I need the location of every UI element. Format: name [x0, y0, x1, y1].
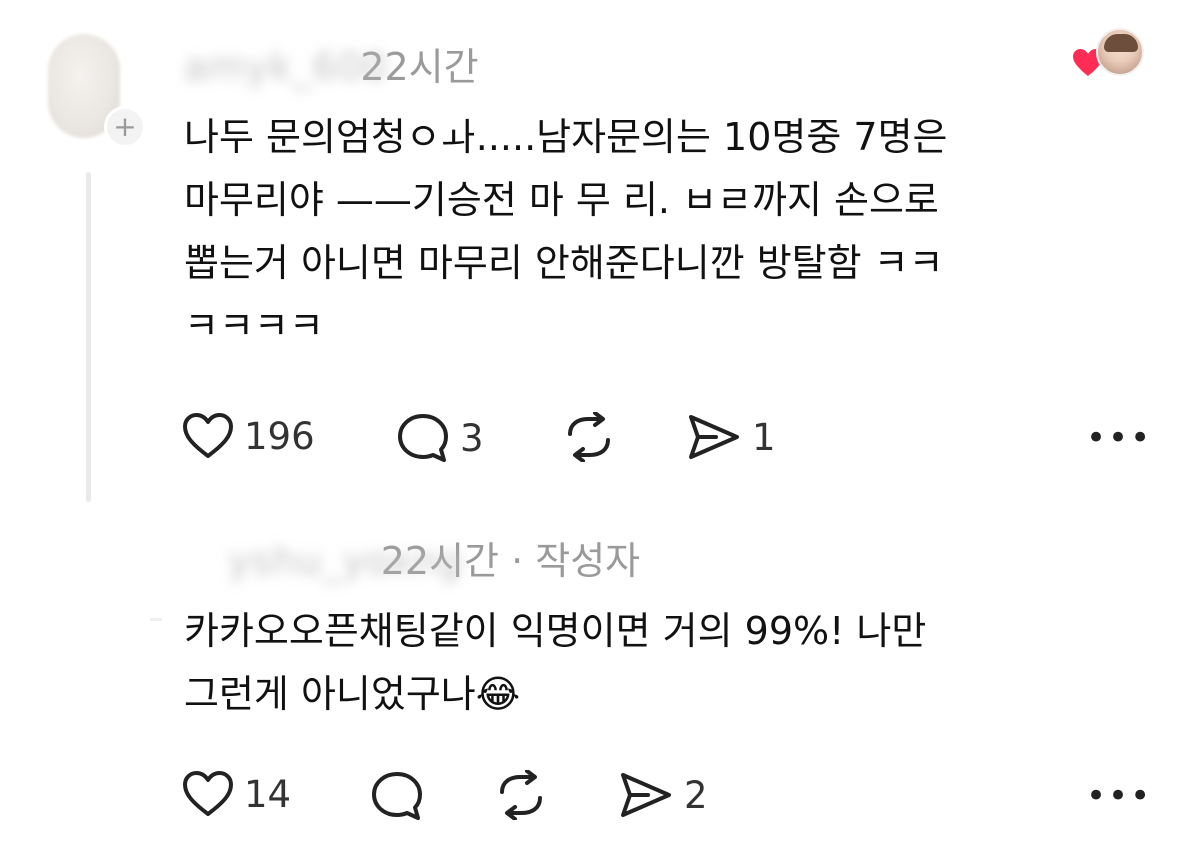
share-count: 1 [752, 415, 776, 459]
reply-count: 3 [460, 416, 484, 460]
like-button[interactable]: 196 [182, 412, 315, 460]
post-body-line: 나두 문의엄청ㅇㅘ.....남자문의는 10명중 7명은 [184, 115, 948, 159]
send-icon [621, 773, 671, 817]
post-body: 카카오오픈채팅같이 익명이면 거의 99%! 나만 그런게 아니었구나😂 [184, 600, 1144, 726]
post-body-line: ㅋㅋㅋㅋ [184, 304, 324, 348]
thread-connector-line [86, 172, 91, 502]
post-header: amyk_600 22시간 [184, 36, 479, 91]
speech-bubble-icon [398, 414, 448, 462]
heart-outline-icon [183, 771, 233, 816]
like-count: 196 [244, 414, 315, 458]
repost-arrows-icon [500, 770, 542, 820]
heart-outline-icon [183, 413, 233, 458]
share-count: 2 [684, 773, 708, 817]
post-header: yshu_yoxng 22시간 · 작성자 [228, 530, 640, 585]
reply-button[interactable]: 3 [396, 412, 484, 464]
username[interactable]: yshu_yoxng [228, 539, 463, 583]
repost-button[interactable] [562, 412, 626, 462]
share-button[interactable]: 1 [686, 412, 776, 462]
liker-avatar[interactable] [1096, 28, 1144, 76]
follow-plus-icon[interactable]: + [104, 106, 146, 148]
repost-arrows-icon [568, 412, 610, 462]
post-body-line: 마무리야 ——기승전 마 무 리. ㅂㄹ까지 손으로 [184, 178, 939, 222]
speech-bubble-icon [372, 772, 422, 820]
post-body-line: 뽑는거 아니면 마무리 안해준다니깐 방탈함 ㅋㅋ [184, 241, 944, 285]
post-body: 나두 문의엄청ㅇㅘ.....남자문의는 10명중 7명은 마무리야 ——기승전 … [184, 106, 1144, 358]
like-button[interactable]: 14 [182, 770, 291, 818]
author-avatar[interactable] [136, 535, 140, 539]
more-dots-icon[interactable]: ••• [1086, 418, 1152, 458]
send-icon [689, 415, 739, 459]
thread-connector-line [150, 618, 162, 621]
share-button[interactable]: 2 [618, 770, 708, 820]
post-body-line: 카카오오픈채팅같이 익명이면 거의 99%! 나만 [184, 609, 927, 653]
reply-button[interactable] [370, 770, 434, 822]
repost-button[interactable] [494, 770, 558, 820]
post-body-line: 그런게 아니었구나😂 [184, 672, 521, 716]
more-dots-icon[interactable]: ••• [1086, 776, 1152, 816]
like-count: 14 [244, 772, 292, 816]
username[interactable]: amyk_600 [184, 45, 388, 89]
